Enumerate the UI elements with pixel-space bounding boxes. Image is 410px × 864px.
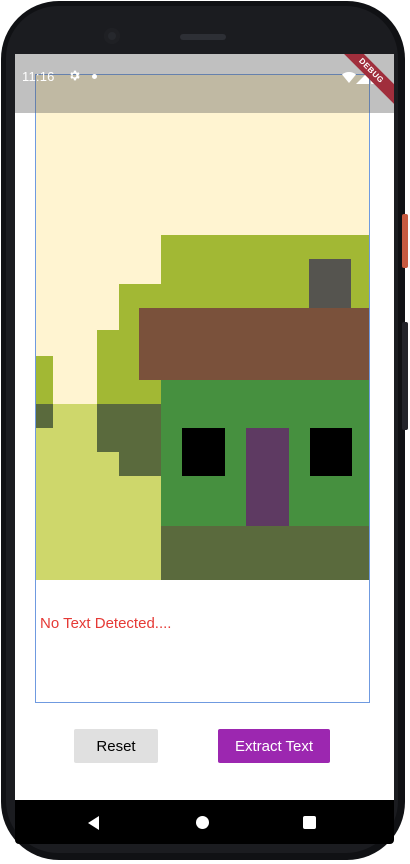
status-bar: 11:16 [15, 54, 394, 113]
front-camera [104, 28, 120, 44]
volume-button [402, 322, 408, 430]
home-icon[interactable] [196, 816, 209, 829]
reset-button[interactable]: Reset [74, 729, 158, 763]
extracted-text-result: No Text Detected.... [40, 615, 172, 632]
system-nav-bar [15, 800, 394, 844]
earpiece-speaker [180, 34, 226, 40]
status-time: 11:16 [22, 69, 55, 84]
extract-text-button[interactable]: Extract Text [218, 729, 330, 763]
gear-icon [70, 70, 80, 81]
back-icon[interactable] [88, 816, 99, 830]
wifi-icon [342, 71, 356, 83]
recents-icon[interactable] [303, 816, 316, 829]
app-screen: 11:16 DEBUG No Text Detected.... Reset E… [15, 54, 394, 800]
phone-frame: 11:16 DEBUG No Text Detected.... Reset E… [0, 0, 410, 864]
power-button [402, 214, 408, 268]
image-preview-border [35, 74, 370, 703]
notification-dot-icon [92, 74, 97, 79]
